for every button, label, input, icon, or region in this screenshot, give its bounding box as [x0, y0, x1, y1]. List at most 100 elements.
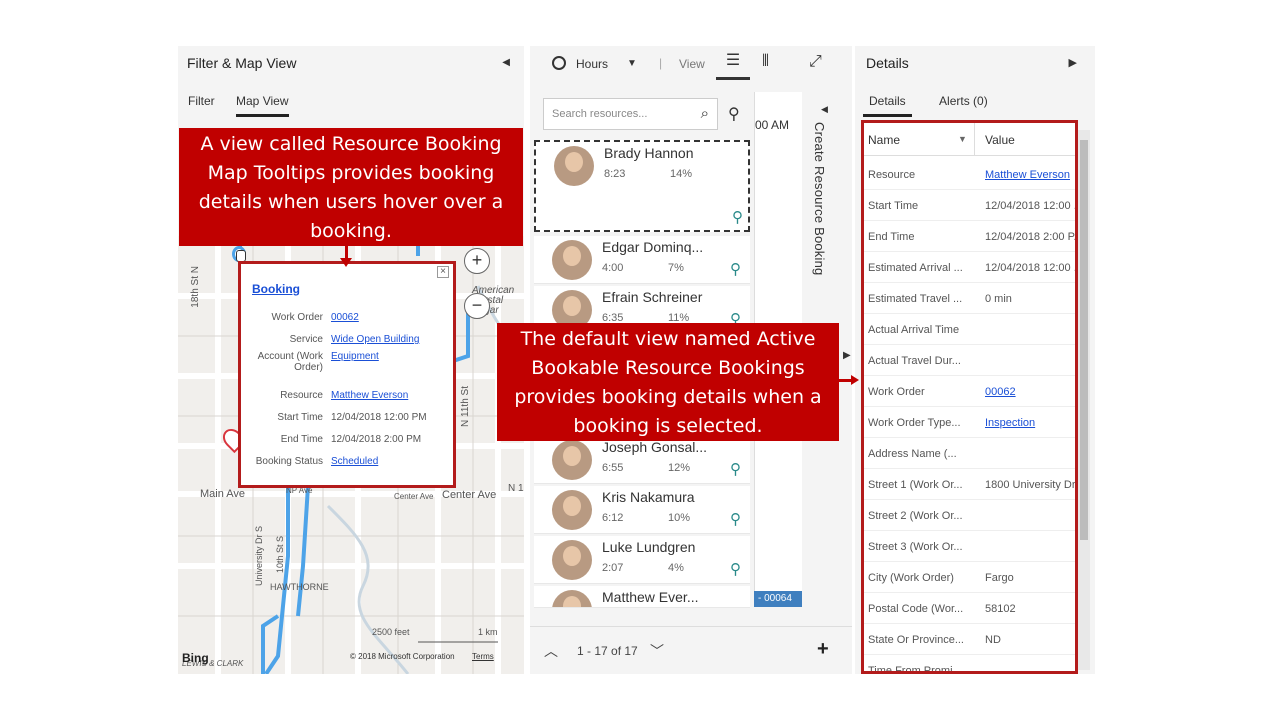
details-field-name: Street 1 (Work Or... [868, 479, 963, 491]
columns-view-icon[interactable]: ⦀ [762, 53, 769, 71]
resource-time: 4:00 [602, 262, 624, 274]
details-field-name: Work Order [868, 386, 925, 398]
resource-time: 8:23 [604, 168, 626, 180]
details-field-value[interactable]: Inspection [985, 417, 1075, 429]
details-row: Street 2 (Work Or... [864, 500, 1075, 531]
booking-map-tooltip: × Booking Work Order 00062 Service Wide Ope… [238, 261, 456, 488]
schedule-toolbar: Hours ▼ | View ☰ ⦀ ⤢ [530, 46, 852, 86]
details-field-name: Street 3 (Work Or... [868, 541, 963, 553]
resource-card[interactable]: Kris Nakamura 6:12 10% ⚲ [534, 486, 750, 534]
tab-alerts[interactable]: Alerts (0) [933, 94, 994, 114]
tooltip-field-value[interactable]: Matthew Everson [331, 390, 446, 401]
tooltip-field-value: 12/04/2018 2:00 PM [331, 434, 422, 445]
expand-icon[interactable]: ⤢ [809, 53, 822, 71]
details-field-name: Start Time [868, 200, 919, 212]
chevron-down-icon[interactable]: ﹀ [650, 641, 664, 661]
details-tabs: Details Alerts (0) [863, 94, 1012, 117]
map-terms-link[interactable]: Terms [472, 652, 494, 661]
details-field-value: 0 min [985, 293, 1012, 305]
tab-map-view[interactable]: Map View [236, 94, 289, 117]
details-field-value: ND [985, 634, 1001, 646]
avatar [552, 240, 592, 280]
details-row: City (Work Order) Fargo [864, 562, 1075, 593]
bing-logo: Bing [182, 651, 209, 665]
resource-card[interactable]: Matthew Ever... [534, 586, 750, 608]
avatar [552, 440, 592, 480]
map-pin-icon[interactable]: ⚲ [730, 260, 741, 278]
resource-card[interactable]: Edgar Dominq... 4:00 7% ⚲ [534, 236, 750, 284]
details-scrollbar[interactable] [1078, 130, 1090, 670]
resource-name: Joseph Gonsal... [602, 439, 708, 455]
map-copyright: © 2018 Microsoft Corporation [350, 652, 455, 661]
map-pin-filter-icon[interactable]: ⚲ [728, 104, 740, 124]
details-field-value: 12/04/2018 2:00 P... [985, 231, 1075, 243]
search-resources-input[interactable]: Search resources... ⌕ [543, 98, 718, 130]
map-label-18th-st: 18th St N [190, 266, 201, 308]
map-pin-icon[interactable]: ⚲ [730, 560, 741, 578]
details-row: Actual Arrival Time [864, 314, 1075, 345]
map-pin-icon[interactable]: ⚲ [730, 460, 741, 478]
search-placeholder: Search resources... [552, 108, 648, 120]
column-header-name[interactable]: Name [868, 133, 900, 147]
map-label-n1: N 1 [508, 483, 524, 494]
hours-dropdown[interactable]: Hours [576, 57, 608, 71]
column-header-value[interactable]: Value [985, 133, 1015, 147]
collapse-pane-icon[interactable]: ◀ [821, 104, 828, 115]
left-tabs: Filter Map View [188, 94, 307, 117]
zoom-out-button[interactable]: − [464, 293, 490, 319]
tooltip-field-label: Service [289, 334, 323, 345]
map-label-hawthorne: HAWTHORNE [270, 582, 329, 592]
avatar [554, 146, 594, 186]
tab-details[interactable]: Details [863, 94, 912, 117]
resource-name: Matthew Ever... [602, 589, 699, 605]
resource-name: Kris Nakamura [602, 489, 695, 505]
panel-title: Filter & Map View [187, 55, 297, 71]
details-field-name: State Or Province... [868, 634, 964, 646]
chevron-up-icon[interactable]: ︿ [544, 641, 558, 661]
details-row: Start Time 12/04/2018 12:00 ... [864, 190, 1075, 221]
details-field-value: Fargo [985, 572, 1014, 584]
details-row: Address Name (... [864, 438, 1075, 469]
close-icon[interactable]: × [437, 266, 449, 278]
details-field-name: Address Name (... [868, 448, 957, 460]
collapse-right-icon[interactable]: ▶ [1069, 56, 1077, 69]
tooltip-field-value: 12/04/2018 12:00 PM [331, 412, 427, 423]
resource-name: Edgar Dominq... [602, 239, 704, 255]
tooltip-field-value[interactable]: 00062 [331, 312, 446, 323]
map-label-n-11th: N 11th St [460, 386, 471, 427]
expand-details-icon[interactable]: ▶ [843, 350, 851, 361]
chevron-down-icon[interactable]: ▼ [958, 134, 967, 144]
details-field-value: 1800 University Dr... [985, 479, 1075, 491]
tooltip-field-value[interactable]: Wide Open Building [331, 334, 446, 345]
resource-name: Luke Lundgren [602, 539, 696, 555]
details-row: Estimated Travel ... 0 min [864, 283, 1075, 314]
resource-card[interactable]: Brady Hannon 8:23 14% ⚲ [534, 140, 750, 232]
resource-card[interactable]: Luke Lundgren 2:07 4% ⚲ [534, 536, 750, 584]
tooltip-field-value[interactable]: Equipment [331, 351, 446, 362]
screenshot-stage: Filter & Map View ◀ Filter Map View 18th… [0, 0, 1280, 720]
tooltip-field-label: Start Time [277, 412, 323, 423]
collapse-left-icon[interactable]: ◀ [502, 57, 510, 68]
booking-chip[interactable]: - 00064 [754, 591, 802, 607]
map-pin-icon[interactable]: ⚲ [730, 510, 741, 528]
tooltip-title[interactable]: Booking [252, 282, 300, 296]
chevron-down-icon[interactable]: ▼ [627, 58, 637, 69]
scrollbar-thumb[interactable] [1080, 140, 1088, 540]
zoom-in-button[interactable]: + [464, 248, 490, 274]
list-view-icon[interactable]: ☰ [716, 50, 750, 80]
search-icon[interactable]: ⌕ [701, 105, 709, 122]
details-field-name: Street 2 (Work Or... [868, 510, 963, 522]
tab-filter[interactable]: Filter [188, 94, 215, 114]
resource-name: Efrain Schreiner [602, 289, 703, 305]
details-field-name: Postal Code (Wor... [868, 603, 964, 615]
details-field-value[interactable]: Matthew Everson [985, 169, 1075, 181]
callout-details-view: The default view named Active Bookable R… [497, 323, 839, 441]
details-field-name: Resource [868, 169, 916, 181]
tooltip-field-value[interactable]: Scheduled [331, 456, 446, 467]
add-resource-icon[interactable]: + [817, 638, 829, 661]
map-scale-km: 1 km [478, 627, 498, 637]
resource-card[interactable]: Joseph Gonsal... 6:55 12% ⚲ [534, 436, 750, 484]
resource-time: 2:07 [602, 562, 624, 574]
details-field-value[interactable]: 00062 [985, 386, 1075, 398]
map-pin-icon[interactable]: ⚲ [732, 208, 743, 226]
